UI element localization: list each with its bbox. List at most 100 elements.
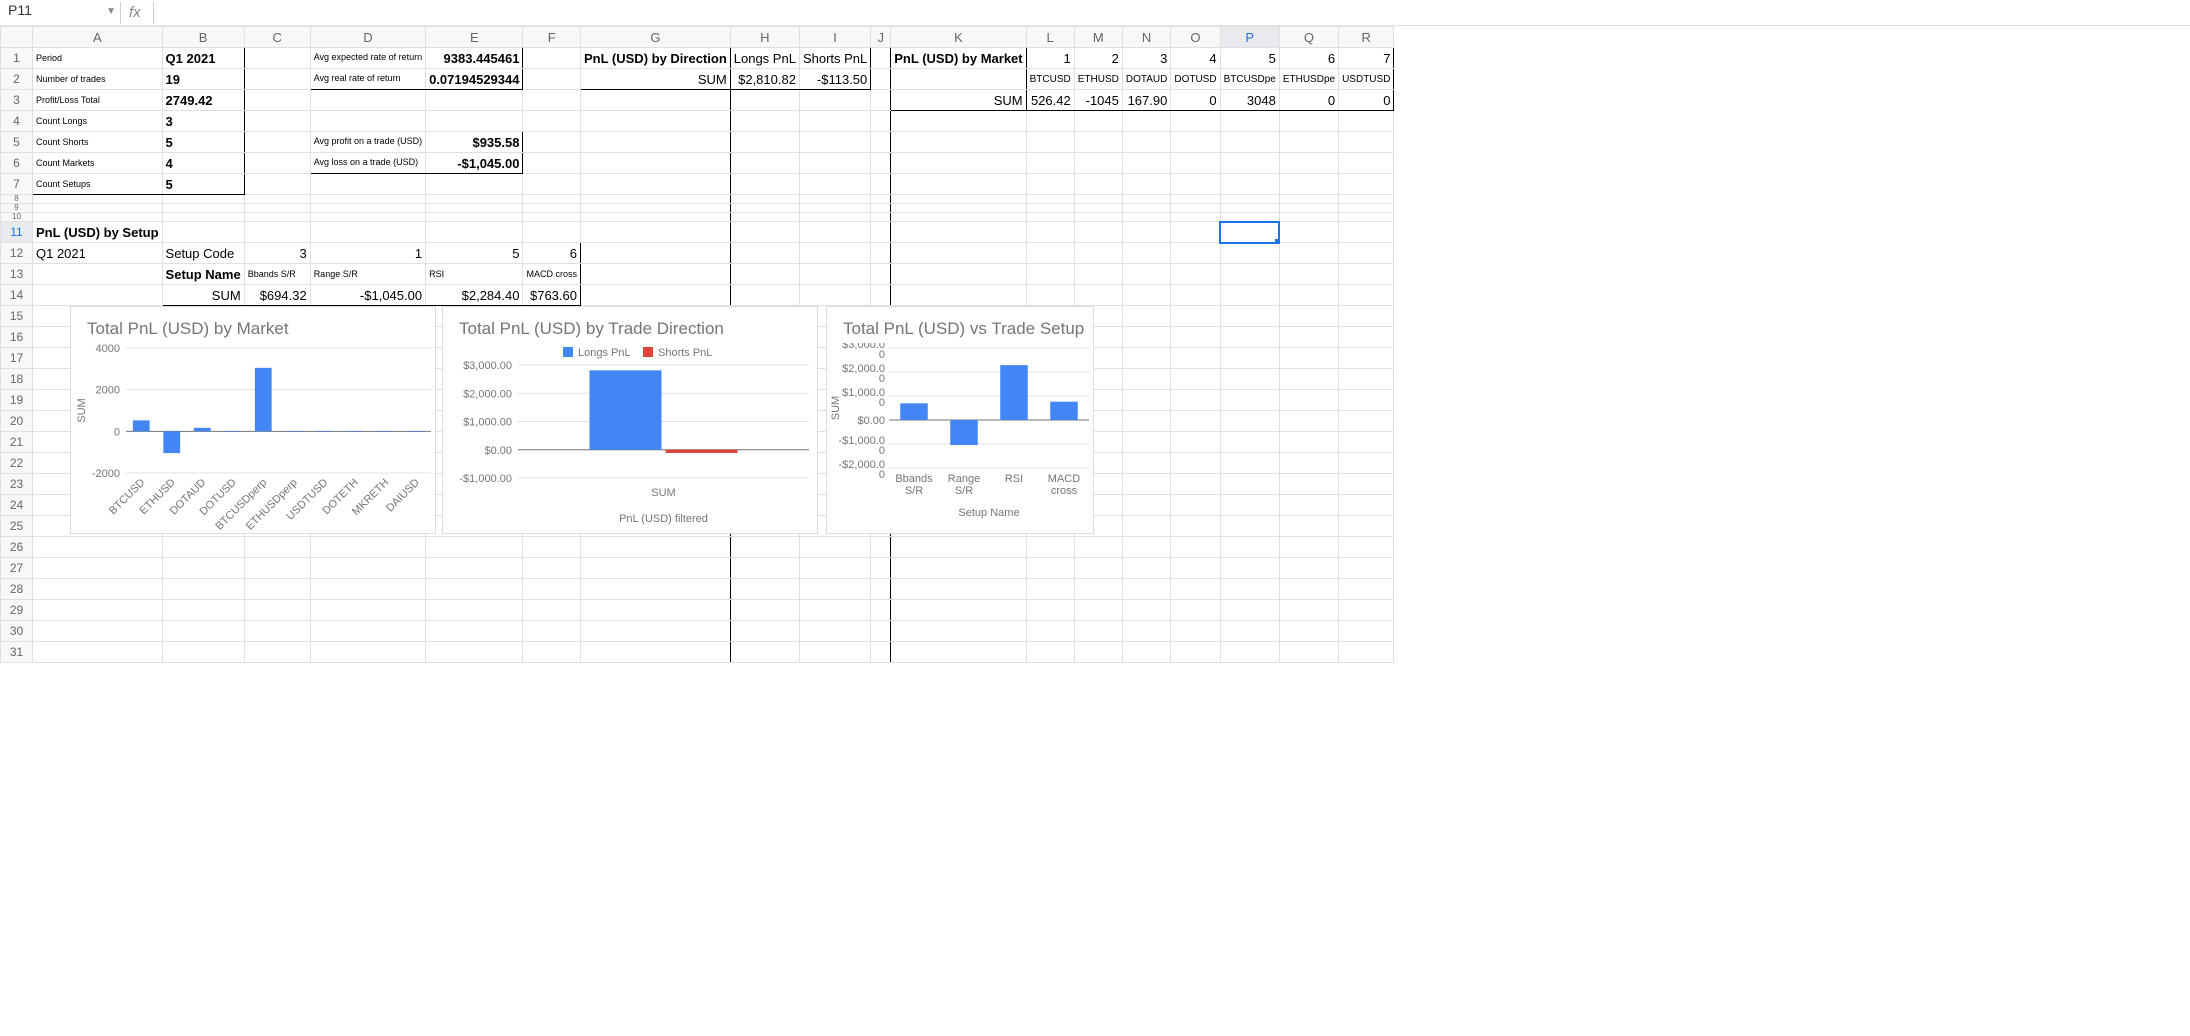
row-header-13[interactable]: 13: [1, 264, 33, 285]
cell-N29[interactable]: [1122, 600, 1170, 621]
cell-L3[interactable]: 526.42: [1026, 90, 1074, 111]
cell-I13[interactable]: [799, 264, 870, 285]
row-header-4[interactable]: 4: [1, 111, 33, 132]
cell-I29[interactable]: [799, 600, 870, 621]
cell-O23[interactable]: [1171, 474, 1220, 495]
col-header-P[interactable]: P: [1220, 27, 1279, 48]
cell-G27[interactable]: [580, 558, 730, 579]
cell-E6[interactable]: -$1,045.00: [426, 153, 523, 174]
col-header-B[interactable]: B: [162, 27, 244, 48]
cell-I30[interactable]: [799, 621, 870, 642]
cell-E29[interactable]: [426, 600, 523, 621]
cell-I1[interactable]: Shorts PnL: [799, 48, 870, 69]
cell-R19[interactable]: [1339, 390, 1394, 411]
cell-P26[interactable]: [1220, 537, 1279, 558]
cell-A1[interactable]: Period: [33, 48, 163, 69]
cell-C5[interactable]: [244, 132, 310, 153]
cell-O31[interactable]: [1171, 642, 1220, 663]
cell-M12[interactable]: [1074, 243, 1122, 264]
cell-K8[interactable]: [891, 195, 1026, 204]
cell-O11[interactable]: [1171, 222, 1220, 243]
cell-J8[interactable]: [871, 195, 891, 204]
cell-P11[interactable]: [1220, 222, 1279, 243]
col-header-N[interactable]: N: [1122, 27, 1170, 48]
cell-R2[interactable]: USDTUSD: [1339, 69, 1394, 90]
cell-H27[interactable]: [730, 558, 799, 579]
cell-P19[interactable]: [1220, 390, 1279, 411]
row-header-12[interactable]: 12: [1, 243, 33, 264]
cell-B5[interactable]: 5: [162, 132, 244, 153]
row-header-28[interactable]: 28: [1, 579, 33, 600]
cell-Q28[interactable]: [1279, 579, 1338, 600]
cell-I2[interactable]: -$113.50: [799, 69, 870, 90]
cell-O8[interactable]: [1171, 195, 1220, 204]
cell-O4[interactable]: [1171, 111, 1220, 132]
cell-N12[interactable]: [1122, 243, 1170, 264]
cell-B12[interactable]: Setup Code: [162, 243, 244, 264]
cell-J12[interactable]: [871, 243, 891, 264]
cell-B4[interactable]: 3: [162, 111, 244, 132]
cell-I7[interactable]: [799, 174, 870, 195]
cell-N22[interactable]: [1122, 453, 1170, 474]
cell-Q8[interactable]: [1279, 195, 1338, 204]
cell-R30[interactable]: [1339, 621, 1394, 642]
cell-R25[interactable]: [1339, 516, 1394, 537]
cell-C31[interactable]: [244, 642, 310, 663]
cell-F5[interactable]: [523, 132, 581, 153]
cell-E26[interactable]: [426, 537, 523, 558]
col-header-I[interactable]: I: [799, 27, 870, 48]
cell-M8[interactable]: [1074, 195, 1122, 204]
cell-F7[interactable]: [523, 174, 581, 195]
cell-C12[interactable]: 3: [244, 243, 310, 264]
cell-O21[interactable]: [1171, 432, 1220, 453]
cell-M26[interactable]: [1074, 537, 1122, 558]
cell-K4[interactable]: [891, 111, 1026, 132]
cell-D31[interactable]: [310, 642, 425, 663]
cell-D28[interactable]: [310, 579, 425, 600]
cell-N17[interactable]: [1122, 348, 1170, 369]
row-header-30[interactable]: 30: [1, 621, 33, 642]
cell-G11[interactable]: [580, 222, 730, 243]
cell-A30[interactable]: [33, 621, 163, 642]
cell-R29[interactable]: [1339, 600, 1394, 621]
cell-O16[interactable]: [1171, 327, 1220, 348]
cell-H11[interactable]: [730, 222, 799, 243]
cell-G13[interactable]: [580, 264, 730, 285]
cell-E10[interactable]: [426, 213, 523, 222]
row-header-14[interactable]: 14: [1, 285, 33, 306]
cell-H10[interactable]: [730, 213, 799, 222]
cell-I28[interactable]: [799, 579, 870, 600]
cell-C29[interactable]: [244, 600, 310, 621]
cell-B27[interactable]: [162, 558, 244, 579]
cell-P18[interactable]: [1220, 369, 1279, 390]
cell-R23[interactable]: [1339, 474, 1394, 495]
cell-F29[interactable]: [523, 600, 581, 621]
cell-F12[interactable]: 6: [523, 243, 581, 264]
cell-O17[interactable]: [1171, 348, 1220, 369]
row-header-16[interactable]: 16: [1, 327, 33, 348]
cell-B2[interactable]: 19: [162, 69, 244, 90]
cell-B9[interactable]: [162, 204, 244, 213]
cell-Q9[interactable]: [1279, 204, 1338, 213]
cell-L10[interactable]: [1026, 213, 1074, 222]
cell-D10[interactable]: [310, 213, 425, 222]
cell-N14[interactable]: [1122, 285, 1170, 306]
cell-F26[interactable]: [523, 537, 581, 558]
cell-D14[interactable]: -$1,045.00: [310, 285, 425, 306]
cell-G28[interactable]: [580, 579, 730, 600]
cell-R21[interactable]: [1339, 432, 1394, 453]
cell-R8[interactable]: [1339, 195, 1394, 204]
cell-H1[interactable]: Longs PnL: [730, 48, 799, 69]
cell-N10[interactable]: [1122, 213, 1170, 222]
cell-G10[interactable]: [580, 213, 730, 222]
cell-Q5[interactable]: [1279, 132, 1338, 153]
cell-P8[interactable]: [1220, 195, 1279, 204]
cell-E14[interactable]: $2,284.40: [426, 285, 523, 306]
chart-pnl-vs-setup[interactable]: Total PnL (USD) vs Trade Setup -$2,000.0…: [826, 306, 1094, 534]
cell-H8[interactable]: [730, 195, 799, 204]
col-header-H[interactable]: H: [730, 27, 799, 48]
cell-E11[interactable]: [426, 222, 523, 243]
cell-M28[interactable]: [1074, 579, 1122, 600]
cell-L26[interactable]: [1026, 537, 1074, 558]
row-header-31[interactable]: 31: [1, 642, 33, 663]
